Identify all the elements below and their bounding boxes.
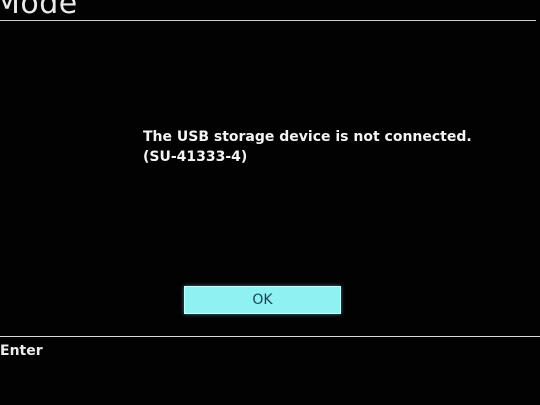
screen: Mode The USB storage device is not conne… [0,0,540,405]
ok-button[interactable]: OK [184,286,341,314]
error-code: (SU-41333-4) [143,149,248,165]
error-message: The USB storage device is not connected.… [143,127,472,167]
page-title: Mode [0,0,78,21]
error-message-text: The USB storage device is not connected. [143,129,472,145]
enter-hint: Enter [0,343,43,359]
header-divider [0,20,536,21]
footer-divider [0,336,540,337]
